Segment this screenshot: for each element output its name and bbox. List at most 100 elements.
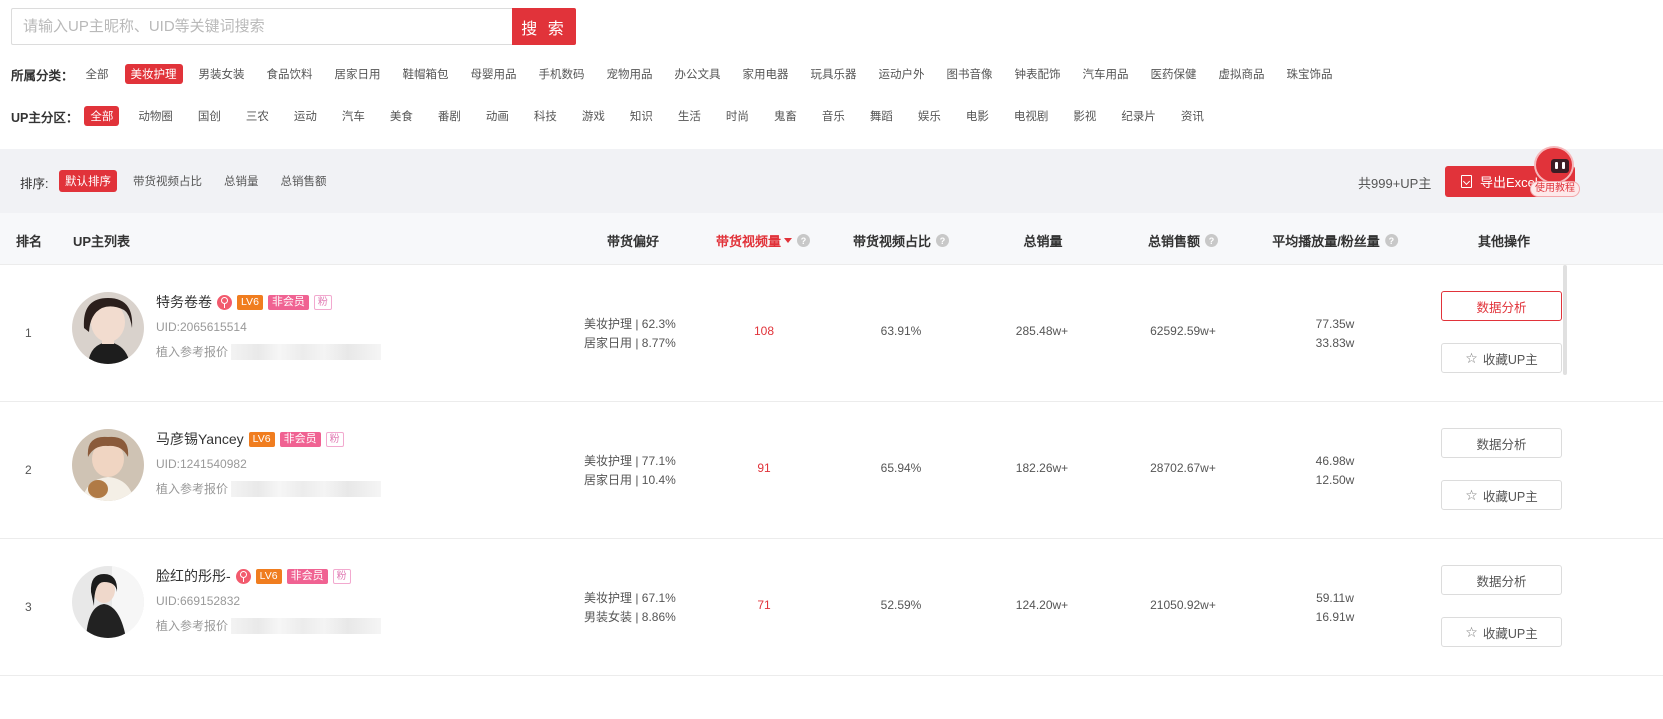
category-tag-4[interactable]: 居家日用: [329, 64, 387, 84]
data-analysis-label: 数据分析: [1476, 437, 1527, 452]
category-tag-1[interactable]: 美妆护理: [124, 64, 183, 84]
favorite-up-label: 收藏UP主: [1482, 352, 1538, 367]
category-tag-14[interactable]: 钟表配饰: [1009, 64, 1067, 84]
star-icon: ☆: [1465, 350, 1478, 366]
zone-tag-14[interactable]: 鬼畜: [768, 106, 803, 126]
price-label: 植入参考报价: [156, 619, 229, 633]
zone-tag-21[interactable]: 纪录片: [1115, 106, 1162, 126]
header-video-ratio-label: 带货视频占比: [852, 234, 932, 249]
data-analysis-button[interactable]: 数据分析: [1441, 565, 1562, 595]
zone-tag-5[interactable]: 汽车: [336, 106, 371, 126]
fans-value: 16.91w: [1315, 610, 1355, 624]
preference-2: 居家日用 | 8.77%: [584, 336, 676, 350]
zone-tag-10[interactable]: 游戏: [576, 106, 611, 126]
preference-1: 美妆护理 | 62.3%: [584, 317, 676, 331]
zone-tag-0[interactable]: 全部: [84, 106, 120, 126]
category-tag-18[interactable]: 珠宝饰品: [1281, 64, 1339, 84]
uid-text: UID:669152832: [156, 594, 241, 608]
zone-tag-7[interactable]: 番剧: [432, 106, 467, 126]
zone-tag-17[interactable]: 娱乐: [912, 106, 947, 126]
category-filter: 所属分类： 全部 美妆护理 男装女装 食品饮料 居家日用 鞋帽箱包 母婴用品 手机数码 宠物用品…: [11, 64, 1349, 84]
excel-file-icon: [1461, 175, 1472, 188]
category-tag-5[interactable]: 鞋帽箱包: [397, 64, 455, 84]
category-tag-3[interactable]: 食品饮料: [261, 64, 319, 84]
up-name[interactable]: 马彦锡Yancey: [156, 429, 244, 449]
category-tag-17[interactable]: 虚拟商品: [1213, 64, 1271, 84]
help-icon[interactable]: ?: [936, 234, 950, 247]
category-tag-16[interactable]: 医药保健: [1145, 64, 1203, 84]
table-header: 排名 UP主列表 带货偏好 带货视频量 ? 带货视频占比 ? 总销量 总销售额 …: [0, 213, 1663, 265]
avatar[interactable]: [72, 429, 144, 501]
scrollbar[interactable]: [1563, 265, 1567, 375]
uid-text: UID:2065615514: [156, 320, 247, 334]
zone-tag-19[interactable]: 电视剧: [1008, 106, 1055, 126]
tutorial-label: 使用教程: [1530, 181, 1580, 197]
avatar[interactable]: [72, 292, 144, 364]
category-tag-13[interactable]: 图书音像: [941, 64, 999, 84]
price-label: 植入参考报价: [156, 482, 229, 496]
help-icon[interactable]: ?: [1205, 234, 1219, 247]
header-avg-play-fans: 平均播放量/粉丝量 ?: [1272, 231, 1398, 250]
zone-tag-22[interactable]: 资讯: [1175, 106, 1210, 126]
video-count-cell: 108: [753, 324, 775, 338]
zone-tag-1[interactable]: 动物圈: [132, 106, 179, 126]
category-tag-8[interactable]: 宠物用品: [601, 64, 659, 84]
favorite-up-button[interactable]: ☆ 收藏UP主: [1441, 343, 1562, 373]
category-tag-12[interactable]: 运动户外: [873, 64, 931, 84]
zone-tag-6[interactable]: 美食: [384, 106, 419, 126]
category-tag-6[interactable]: 母婴用品: [465, 64, 523, 84]
category-tag-9[interactable]: 办公文具: [669, 64, 727, 84]
zone-filter: UP主分区： 全部 动物圈 国创 三农 运动 汽车 美食 番剧 动画 科技 游戏 知识 生活 时尚 鬼畜 音乐…: [11, 106, 1223, 126]
zone-tag-4[interactable]: 运动: [288, 106, 323, 126]
category-tag-2[interactable]: 男装女装: [193, 64, 251, 84]
zone-tag-2[interactable]: 国创: [192, 106, 227, 126]
zone-tag-8[interactable]: 动画: [480, 106, 515, 126]
favorite-up-button[interactable]: ☆ 收藏UP主: [1441, 480, 1562, 510]
header-preference: 带货偏好: [606, 234, 660, 249]
zone-tag-3[interactable]: 三农: [240, 106, 275, 126]
category-tag-15[interactable]: 汽车用品: [1077, 64, 1135, 84]
sort-option-0[interactable]: 默认排序: [59, 170, 117, 192]
fans-value: 12.50w: [1315, 473, 1355, 487]
avg-play-value: 59.11w: [1316, 591, 1354, 605]
category-tag-11[interactable]: 玩具乐器: [805, 64, 863, 84]
zone-tag-18[interactable]: 电影: [960, 106, 995, 126]
video-ratio-cell: 52.59%: [880, 598, 922, 612]
sort-option-2[interactable]: 总销量: [218, 170, 265, 192]
preference-cell: 美妆护理 | 77.1% 居家日用 | 10.4%: [584, 452, 676, 490]
sort-option-1[interactable]: 带货视频占比: [127, 170, 208, 192]
zone-tag-15[interactable]: 音乐: [816, 106, 851, 126]
help-icon[interactable]: ?: [797, 234, 811, 247]
up-name[interactable]: 特务卷卷: [156, 292, 212, 312]
video-count-cell: 91: [757, 461, 771, 475]
preference-cell: 美妆护理 | 62.3% 居家日用 | 8.77%: [584, 315, 676, 353]
zone-tag-11[interactable]: 知识: [624, 106, 659, 126]
member-badge: 非会员: [279, 431, 321, 447]
star-icon: ☆: [1465, 624, 1478, 640]
category-tag-7[interactable]: 手机数码: [533, 64, 591, 84]
search-input[interactable]: [11, 8, 512, 45]
up-name[interactable]: 脸红的彤彤-: [156, 566, 231, 586]
zone-tag-13[interactable]: 时尚: [720, 106, 755, 126]
header-video-count[interactable]: 带货视频量 ?: [716, 231, 811, 250]
zone-tag-9[interactable]: 科技: [528, 106, 563, 126]
member-badge: 非会员: [286, 568, 328, 584]
avatar[interactable]: [72, 566, 144, 638]
header-total-sales: 总销量: [1023, 234, 1063, 249]
zone-tag-12[interactable]: 生活: [672, 106, 707, 126]
zone-tag-20[interactable]: 影视: [1067, 106, 1102, 126]
header-total-revenue: 总销售额 ?: [1148, 231, 1219, 250]
category-tag-10[interactable]: 家用电器: [737, 64, 795, 84]
data-analysis-button[interactable]: 数据分析: [1441, 428, 1562, 458]
data-analysis-button[interactable]: 数据分析: [1441, 291, 1562, 321]
sort-option-3[interactable]: 总销售额: [275, 170, 333, 192]
search-button[interactable]: 搜 索: [512, 8, 576, 45]
tutorial-widget[interactable]: 使用教程: [1530, 146, 1580, 198]
search-bar: 搜 索: [11, 8, 576, 45]
help-icon[interactable]: ?: [1384, 234, 1398, 247]
rank-number: 1: [25, 326, 32, 340]
favorite-up-button[interactable]: ☆ 收藏UP主: [1441, 617, 1562, 647]
category-tag-0[interactable]: 全部: [80, 64, 115, 84]
zone-tag-16[interactable]: 舞蹈: [864, 106, 899, 126]
up-name-line: 脸红的彤彤- LV6 非会员 粉: [156, 566, 351, 586]
